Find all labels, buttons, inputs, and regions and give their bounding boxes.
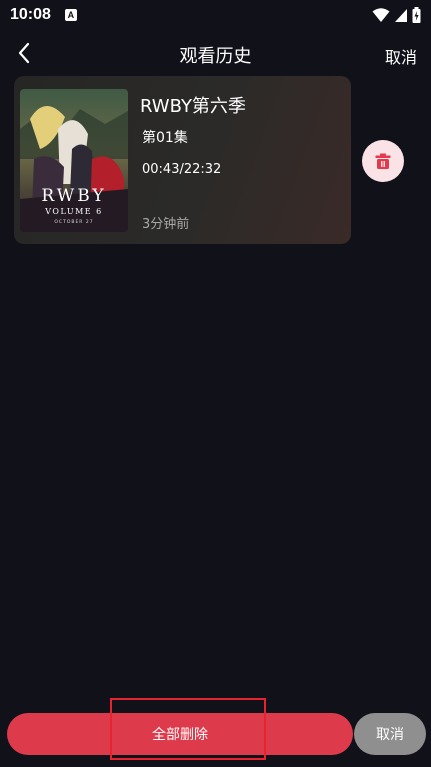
poster-image: RWBY VOLUME 6 OCTOBER 27 <box>20 89 128 232</box>
cancel-button[interactable]: 取消 <box>354 713 426 755</box>
delete-item-button[interactable] <box>362 140 404 182</box>
wifi-icon <box>372 8 390 22</box>
poster-title-text: RWBY <box>41 186 106 206</box>
video-title: RWBY第六季 <box>140 96 246 117</box>
signal-icon <box>395 9 407 22</box>
poster-tagline-text: OCTOBER 27 <box>54 219 93 225</box>
delete-all-button[interactable]: 全部删除 <box>7 713 353 755</box>
status-bar: 10:08 A <box>0 0 431 30</box>
header: 观看历史 取消 <box>0 34 431 72</box>
watch-progress: 00:43/22:32 <box>142 162 222 177</box>
trash-icon <box>375 153 391 169</box>
battery-icon <box>412 7 421 23</box>
app-notification-icon: A <box>64 9 77 21</box>
episode-label: 第01集 <box>142 130 188 146</box>
status-time: 10:08 <box>10 6 51 23</box>
history-item[interactable]: RWBY VOLUME 6 OCTOBER 27 RWBY第六季 第01集 00… <box>14 76 351 244</box>
watched-time: 3分钟前 <box>142 217 190 232</box>
bottom-action-bar: 全部删除 取消 <box>0 698 431 767</box>
poster-volume-text: VOLUME 6 <box>44 207 102 216</box>
status-icons <box>372 7 421 23</box>
header-cancel-button[interactable]: 取消 <box>385 44 417 68</box>
page-title: 观看历史 <box>179 46 252 67</box>
